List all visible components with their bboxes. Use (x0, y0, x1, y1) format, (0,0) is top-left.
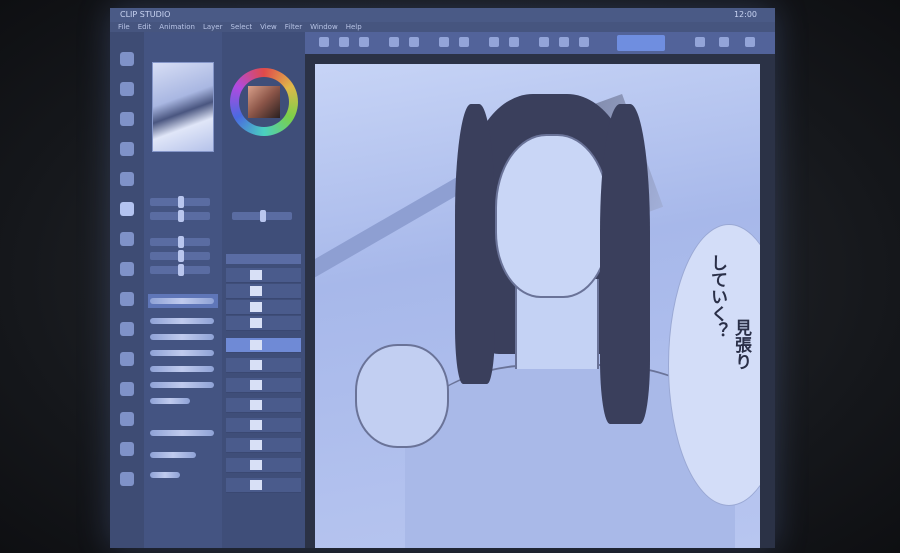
gradient-icon[interactable] (120, 292, 134, 306)
brush-preview[interactable] (150, 318, 214, 324)
layer-thumbnail (250, 440, 262, 450)
layer-thumbnail (250, 286, 262, 296)
brush-preview[interactable] (150, 366, 214, 372)
density-slider[interactable] (150, 264, 210, 276)
ruler-icon[interactable] (559, 37, 569, 47)
layer-row[interactable] (226, 268, 301, 283)
select-icon[interactable] (120, 112, 134, 126)
menu-bar: File Edit Animation Layer Select View Fi… (110, 22, 775, 32)
hair-right-strand (600, 104, 650, 424)
layer-row[interactable] (226, 284, 301, 299)
frame-icon[interactable] (120, 352, 134, 366)
menu-window[interactable]: Window (310, 22, 338, 32)
window-title: CLIP STUDIO (120, 10, 171, 19)
menu-select[interactable]: Select (231, 22, 253, 32)
app-window: CLIP STUDIO 12:00 File Edit Animation La… (110, 8, 775, 548)
menu-layer[interactable]: Layer (203, 22, 223, 32)
layer-row[interactable] (226, 398, 301, 413)
eyedropper-icon[interactable] (120, 142, 134, 156)
flip-icon[interactable] (745, 37, 755, 47)
layer-thumbnail (250, 302, 262, 312)
menu-help[interactable]: Help (346, 22, 362, 32)
brush-preview[interactable] (150, 350, 214, 356)
brush-preview[interactable] (150, 430, 214, 436)
clock: 12:00 (733, 10, 757, 19)
menu-edit[interactable]: Edit (138, 22, 152, 32)
menu-filter[interactable]: Filter (285, 22, 302, 32)
layer-thumbnail (250, 460, 262, 470)
rotate-icon[interactable] (719, 37, 729, 47)
correct-icon[interactable] (120, 472, 134, 486)
title-bar: CLIP STUDIO 12:00 (110, 8, 775, 22)
balloon-icon[interactable] (120, 412, 134, 426)
fill-icon[interactable] (120, 262, 134, 276)
layer-thumbnail (250, 420, 262, 430)
clear-icon[interactable] (439, 37, 449, 47)
brush-preview[interactable] (150, 398, 190, 404)
stabilize-slider[interactable] (150, 236, 210, 248)
brush-preview[interactable] (150, 472, 180, 478)
layer-thumbnail (250, 360, 262, 370)
snap-icon[interactable] (539, 37, 549, 47)
hair-left-strand (455, 104, 495, 384)
eraser-icon[interactable] (120, 232, 134, 246)
layer-row[interactable] (226, 478, 301, 493)
layer-row[interactable] (226, 418, 301, 433)
size-slider[interactable] (150, 196, 210, 208)
menu-animation[interactable]: Animation (159, 22, 195, 32)
color-square[interactable] (248, 86, 280, 118)
speech-text-2: 見張り (731, 319, 751, 370)
invert-icon[interactable] (509, 37, 519, 47)
layer-thumbnail (250, 340, 262, 350)
ruler-icon[interactable] (120, 442, 134, 456)
brush-preview[interactable] (150, 452, 196, 458)
active-command-button[interactable] (617, 35, 665, 51)
layer-opacity-slider[interactable] (232, 210, 292, 222)
move-icon[interactable] (120, 82, 134, 96)
new-icon[interactable] (319, 37, 329, 47)
open-icon[interactable] (339, 37, 349, 47)
layer-row[interactable] (226, 316, 301, 331)
transform-icon[interactable] (459, 37, 469, 47)
layer-row[interactable] (226, 458, 301, 473)
save-icon[interactable] (359, 37, 369, 47)
tool-palette (110, 32, 145, 548)
text-icon[interactable] (120, 382, 134, 396)
layer-thumbnail (250, 380, 262, 390)
layer-thumbnail (250, 318, 262, 328)
layer-row[interactable] (226, 358, 301, 373)
manga-canvas[interactable]: していく？ 見張り (315, 64, 760, 548)
layer-thumbnail (250, 270, 262, 280)
zoom-icon[interactable] (695, 37, 705, 47)
undo-icon[interactable] (389, 37, 399, 47)
navigator-thumbnail[interactable] (152, 62, 214, 152)
figure-face (495, 134, 609, 298)
sub-tool-panel (144, 32, 223, 548)
redo-icon[interactable] (409, 37, 419, 47)
layer-panel-header (226, 254, 301, 264)
menu-file[interactable]: File (118, 22, 130, 32)
figure-icon[interactable] (120, 322, 134, 336)
grid-icon[interactable] (579, 37, 589, 47)
layer-row[interactable] (226, 300, 301, 315)
color-panel (222, 32, 306, 548)
opacity-slider[interactable] (150, 210, 210, 222)
brush-icon[interactable] (120, 202, 134, 216)
figure-hand (355, 344, 449, 448)
brush-preview[interactable] (150, 298, 214, 304)
layer-thumbnail (250, 480, 262, 490)
hardness-slider[interactable] (150, 250, 210, 262)
speech-text-1: していく？ (707, 254, 727, 339)
brush-preview[interactable] (150, 382, 214, 388)
layer-row[interactable] (226, 438, 301, 453)
layer-row-selected[interactable] (226, 338, 301, 353)
menu-view[interactable]: View (260, 22, 277, 32)
brush-preview[interactable] (150, 334, 214, 340)
deselect-icon[interactable] (489, 37, 499, 47)
pen-icon[interactable] (120, 172, 134, 186)
layer-row[interactable] (226, 378, 301, 393)
layer-thumbnail (250, 400, 262, 410)
zoom-icon[interactable] (120, 52, 134, 66)
command-bar (305, 32, 775, 55)
